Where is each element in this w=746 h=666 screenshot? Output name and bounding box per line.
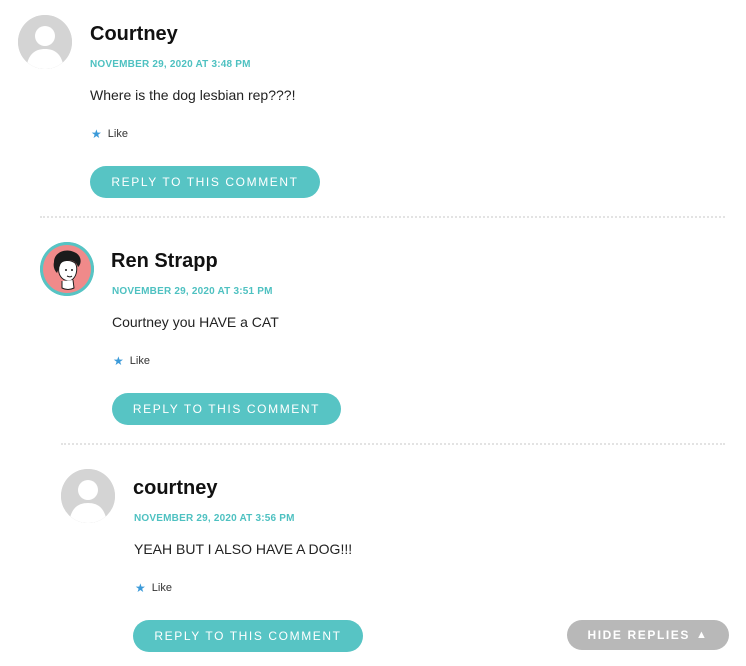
hide-replies-label: HIDE REPLIES: [587, 628, 691, 642]
comment-date[interactable]: NOVEMBER 29, 2020 AT 3:48 PM: [90, 59, 251, 70]
illustrated-portrait-avatar[interactable]: [40, 242, 94, 296]
comment-text: Where is the dog lesbian rep???!: [90, 87, 296, 103]
comment-divider: [40, 216, 725, 218]
triangle-up-icon: ▲: [696, 629, 709, 641]
like-label: Like: [107, 128, 128, 140]
reply-button[interactable]: REPLY TO THIS COMMENT: [90, 166, 320, 198]
star-icon: ★: [113, 354, 124, 368]
reply-button[interactable]: REPLY TO THIS COMMENT: [112, 393, 341, 425]
like-button[interactable]: ★ Like: [113, 355, 150, 367]
hide-replies-button[interactable]: HIDE REPLIES ▲: [567, 620, 729, 650]
comment-text: YEAH BUT I ALSO HAVE A DOG!!!: [134, 541, 353, 557]
comment-date[interactable]: NOVEMBER 29, 2020 AT 3:56 PM: [134, 513, 295, 524]
like-label: Like: [129, 355, 150, 367]
default-avatar-icon[interactable]: [61, 469, 115, 523]
default-avatar-icon[interactable]: [18, 15, 72, 69]
comment-text: Courtney you HAVE a CAT: [112, 314, 279, 330]
comment-author[interactable]: Courtney: [90, 23, 178, 46]
like-label: Like: [151, 582, 172, 594]
comment-divider: [61, 443, 725, 445]
star-icon: ★: [91, 127, 102, 141]
star-icon: ★: [135, 581, 146, 595]
comment-author[interactable]: courtney: [133, 477, 217, 500]
comment-author[interactable]: Ren Strapp: [111, 250, 218, 273]
like-button[interactable]: ★ Like: [91, 128, 128, 140]
comment-date[interactable]: NOVEMBER 29, 2020 AT 3:51 PM: [112, 286, 273, 297]
reply-button[interactable]: REPLY TO THIS COMMENT: [133, 620, 363, 652]
like-button[interactable]: ★ Like: [135, 582, 172, 594]
